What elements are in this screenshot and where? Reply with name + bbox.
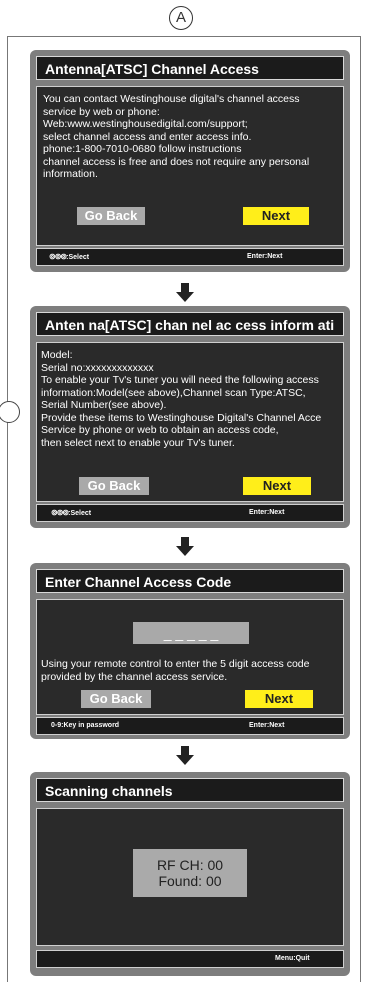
body-line: Serial Number(see above). [41,399,167,411]
figure-marker: A [169,6,193,30]
screen-body: RF CH: 00 Found: 00 [36,808,344,946]
down-arrow-icon [176,537,194,557]
channel-access-info-screen: Anten na[ATSC] chan nel ac cess inform a… [30,306,350,528]
status-bar: Menu:Quit [36,950,344,968]
nav-keys-icon: ⊚⊚⊚ [49,252,67,261]
screen-title: Scanning channels [36,778,344,802]
screen-title: Anten na[ATSC] chan nel ac cess inform a… [36,312,344,357]
go-back-button[interactable]: Go Back [79,477,149,495]
body-line: Web:www.westinghousedigital.com/support; [43,118,248,130]
instruction-text: Using your remote control to enter the 5… [41,658,339,683]
body-line: Model: [41,349,73,361]
body-line: You can contact Westinghouse digital's c… [43,93,300,105]
body-line: information:Model(see above),Channel sca… [41,386,306,399]
down-arrow-icon [176,746,194,766]
next-button[interactable]: Next [243,207,309,225]
select-hint: ⊚⊚⊚:Select [49,249,89,266]
enter-access-code-screen: Enter Channel Access Code _ _ _ _ _ Usin… [30,563,350,739]
rf-channel-readout: RF CH: 00 [156,857,224,873]
screen-title: Enter Channel Access Code [36,569,344,593]
access-code-input[interactable]: _ _ _ _ _ [133,622,249,644]
info-text: You can contact Westinghouse digital's c… [43,93,339,181]
body-line: provided by the channel access service. [41,670,228,683]
body-line: information. [43,168,98,180]
enter-hint: Enter:Next [249,509,285,516]
select-hint: ⊚⊚⊚:Select [51,505,91,522]
body-line: service by web or phone: [43,105,160,118]
select-hint-label: :Select [66,254,90,261]
screen-body: Model: Serial no:xxxxxxxxxxxxx To enable… [36,342,344,502]
next-button[interactable]: Next [243,477,311,495]
status-bar: ⊚⊚⊚:Select Enter:Next [36,248,344,266]
body-line: phone:1-800-7010-0680 follow instruction… [43,143,242,155]
screen-body: _ _ _ _ _ Using your remote control to e… [36,599,344,715]
body-line: Service by phone or web to obtain an acc… [41,424,279,436]
select-hint-label: :Select [68,510,92,517]
channel-access-screen: Antenna[ATSC] Channel Access You can con… [30,50,350,272]
body-line: select channel access and enter access i… [43,130,252,143]
scan-status-box: RF CH: 00 Found: 00 [133,849,247,897]
status-bar: 0-9:Key in password Enter:Next [36,717,344,735]
body-line: Serial no:xxxxxxxxxxxxx [41,361,154,374]
body-line: then select next to enable your Tv's tun… [41,436,235,449]
side-marker-circle [0,401,20,423]
scanning-channels-screen: Scanning channels RF CH: 00 Found: 00 Me… [30,772,350,976]
next-button[interactable]: Next [245,690,313,708]
body-line: Using your remote control to enter the 5… [41,658,310,670]
password-hint: 0-9:Key in password [51,722,120,729]
body-line: channel access is free and does not requ… [43,155,310,168]
go-back-button[interactable]: Go Back [81,690,151,708]
body-line: To enable your Tv's tuner you will need … [41,374,319,386]
info-text: Model: Serial no:xxxxxxxxxxxxx To enable… [41,349,343,449]
go-back-button[interactable]: Go Back [77,207,145,225]
menu-quit-hint: Menu:Quit [275,955,310,962]
screen-body: You can contact Westinghouse digital's c… [36,86,344,246]
nav-keys-icon: ⊚⊚⊚ [51,508,69,517]
status-bar: ⊚⊚⊚:Select Enter:Next [36,504,344,522]
screen-title: Antenna[ATSC] Channel Access [36,56,344,80]
down-arrow-icon [176,283,194,303]
enter-hint: Enter:Next [249,722,285,729]
found-count-readout: Found: 00 [158,873,222,889]
enter-hint: Enter:Next [247,253,283,260]
body-line: Provide these items to Westinghouse Digi… [41,411,322,424]
